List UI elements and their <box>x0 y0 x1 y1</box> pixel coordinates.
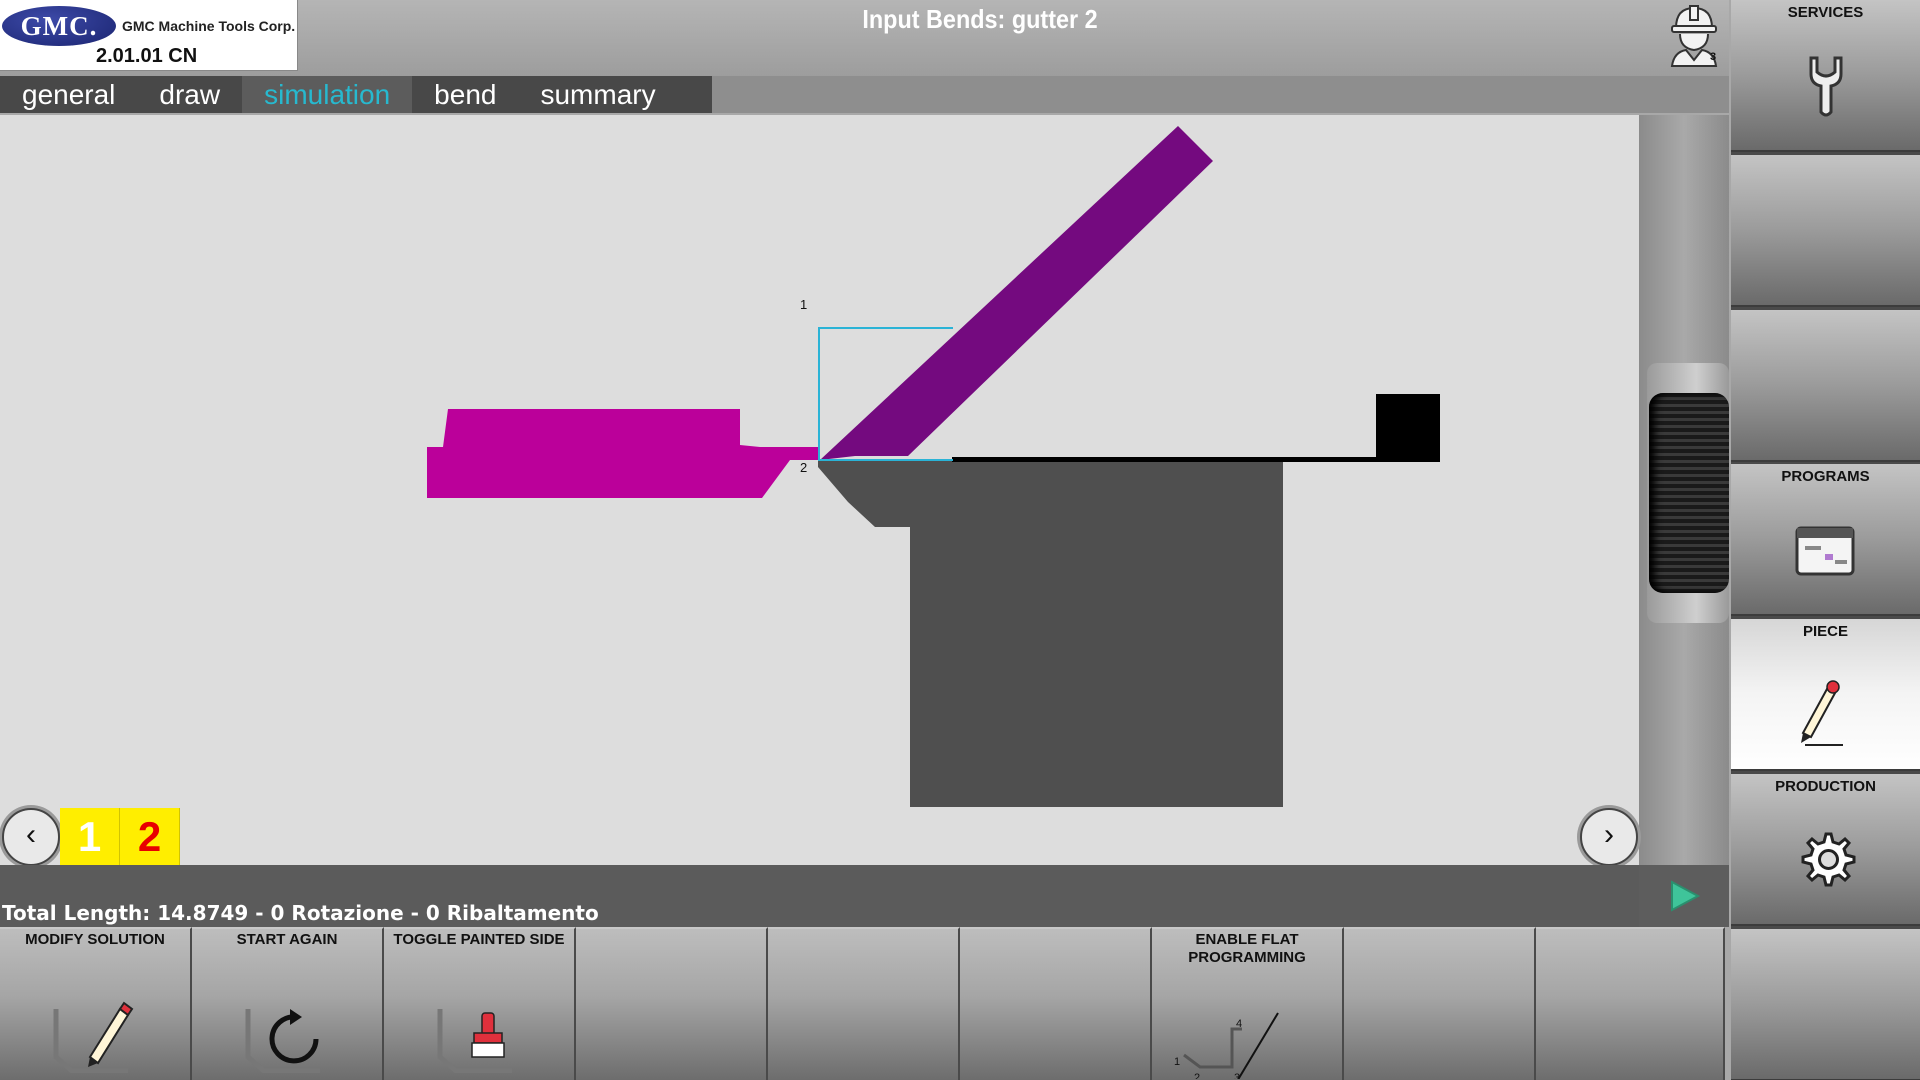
production-label: PRODUCTION <box>1775 778 1876 795</box>
toolbar-empty-button-6[interactable] <box>960 927 1152 1080</box>
bottom-toolbar: MODIFY SOLUTION START AGAIN TOGGLE PAINT… <box>0 927 1729 1080</box>
flat-profile-icon: 1 2 3 4 <box>1174 1012 1279 1079</box>
next-step-button[interactable]: › <box>1580 808 1638 866</box>
window-title: Input Bends: gutter 2 <box>862 4 1098 34</box>
toolbar-empty-button-8[interactable] <box>1344 927 1536 1080</box>
backgauge-block <box>1376 394 1440 462</box>
toolbar-empty-button-9[interactable] <box>1536 927 1725 1080</box>
sidebar-empty-button-7[interactable] <box>1731 929 1920 1080</box>
software-version: 2.01.01 CN <box>96 45 198 67</box>
svg-text:1: 1 <box>1174 1056 1180 1068</box>
paintbrush-icon <box>437 1009 512 1073</box>
bent-flange <box>820 126 1213 460</box>
bend-marker-1: 1 <box>800 297 807 312</box>
sidebar-empty-button-2[interactable] <box>1731 155 1920 307</box>
sidebar-empty-button-3[interactable] <box>1731 310 1920 462</box>
enable-flat-programming-label: ENABLE FLAT PROGRAMMING <box>1188 931 1306 966</box>
tab-summary[interactable]: summary <box>518 76 677 113</box>
start-again-label: START AGAIN <box>236 931 338 948</box>
piece-button[interactable]: PIECE <box>1731 619 1920 771</box>
services-button[interactable]: SERVICES <box>1731 0 1920 152</box>
helmet-user-icon[interactable]: 3 <box>1668 4 1720 68</box>
logo-oval: GMC. <box>2 6 116 46</box>
play-icon <box>1671 880 1701 912</box>
jog-knob[interactable] <box>1649 393 1729 593</box>
chevron-left-icon: ‹ <box>26 818 36 851</box>
restart-icon <box>245 1009 320 1073</box>
chevron-right-icon: › <box>1604 818 1614 851</box>
toolbar-empty-button-4[interactable] <box>576 927 768 1080</box>
status-bar: Total Length: 14.8749 - 0 Rotazione - 0 … <box>0 865 1639 927</box>
wrench-icon <box>1809 56 1843 117</box>
piece-label: PIECE <box>1802 623 1848 640</box>
enable-flat-programming-button[interactable]: ENABLE FLAT PROGRAMMING 1 2 3 4 <box>1152 927 1344 1080</box>
toolbar-empty-button-5[interactable] <box>768 927 960 1080</box>
gear-icon <box>1801 832 1856 887</box>
services-label: SERVICES <box>1787 4 1864 21</box>
tab-bar: general draw simulation bend summary <box>0 76 1729 113</box>
clamp-beam <box>427 409 820 498</box>
right-sidebar: SERVICES PROGRAMS PIECE PRODUCTION <box>1731 0 1920 1080</box>
toggle-painted-side-button[interactable]: TOGGLE PAINTED SIDE <box>384 927 576 1080</box>
svg-text:3: 3 <box>1234 1072 1240 1079</box>
pencil-icon <box>1801 680 1843 746</box>
programs-icon <box>1795 526 1855 576</box>
simulation-canvas[interactable]: 1 2 <box>0 115 1639 865</box>
company-logo: GMC. GMC Machine Tools Corp. 2.01.01 CN <box>0 0 298 71</box>
tab-bend[interactable]: bend <box>412 76 518 113</box>
user-level: 3 <box>1710 51 1716 63</box>
modify-solution-label: MODIFY SOLUTION <box>25 931 165 948</box>
modify-solution-button[interactable]: MODIFY SOLUTION <box>0 927 192 1080</box>
bend-marker-2: 2 <box>800 460 807 475</box>
pencil-icon <box>53 1001 134 1073</box>
programs-button[interactable]: PROGRAMS <box>1731 464 1920 616</box>
tab-draw[interactable]: draw <box>137 76 242 113</box>
programs-label: PROGRAMS <box>1781 468 1870 485</box>
step-1-button[interactable]: 1 <box>60 808 120 866</box>
svg-text:2: 2 <box>1194 1072 1200 1079</box>
total-length-status: Total Length: 14.8749 - 0 Rotazione - 0 … <box>2 901 599 925</box>
sheet-flat <box>952 457 1378 462</box>
svg-text:4: 4 <box>1236 1018 1242 1030</box>
tab-general[interactable]: general <box>0 76 137 113</box>
tab-simulation[interactable]: simulation <box>242 76 413 113</box>
production-button[interactable]: PRODUCTION <box>1731 774 1920 926</box>
toggle-painted-side-label: TOGGLE PAINTED SIDE <box>393 931 565 948</box>
company-name: GMC Machine Tools Corp. <box>122 18 296 34</box>
lower-tool <box>818 460 1283 807</box>
play-button[interactable] <box>1639 865 1729 927</box>
step-2-button[interactable]: 2 <box>120 808 180 866</box>
prev-step-button[interactable]: ‹ <box>2 808 60 866</box>
header-bar: GMC. GMC Machine Tools Corp. 2.01.01 CN … <box>0 0 1729 76</box>
start-again-button[interactable]: START AGAIN <box>192 927 384 1080</box>
